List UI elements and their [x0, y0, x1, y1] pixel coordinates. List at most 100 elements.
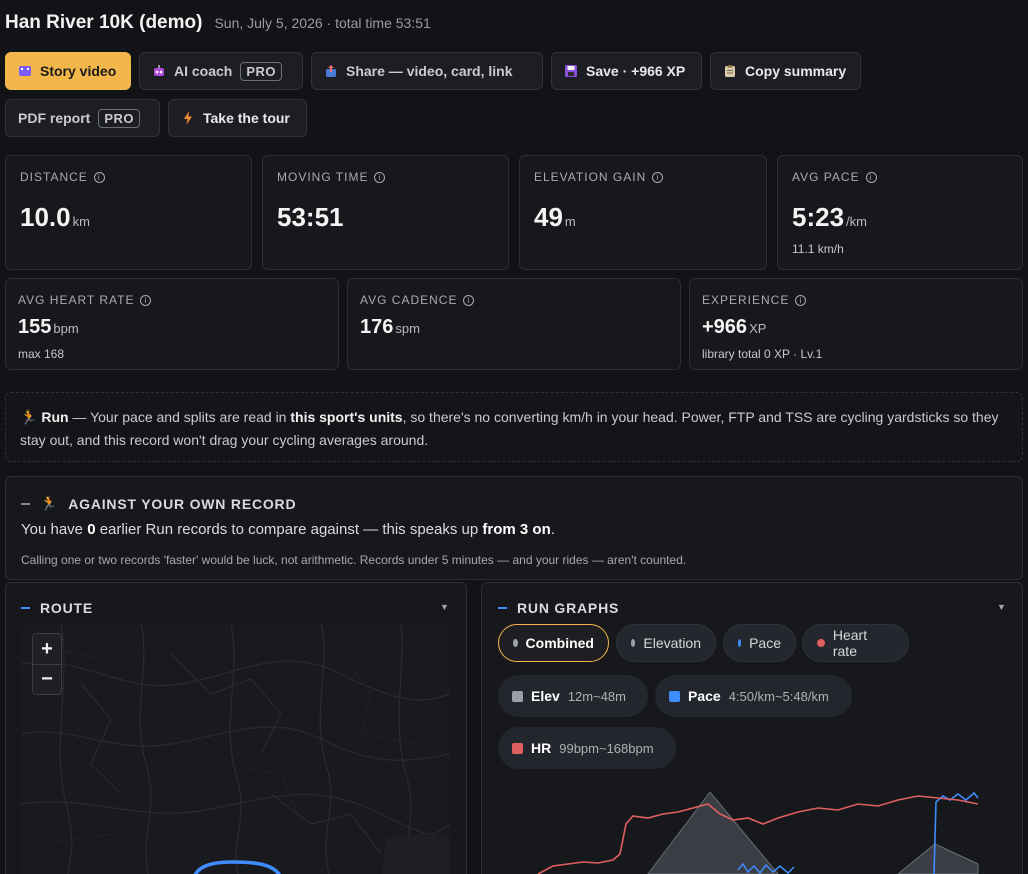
avg-heart-rate-card: AVG HEART RATE i 155 bpm max 168	[5, 278, 339, 370]
elevation-swatch-icon	[512, 690, 523, 702]
sport-units-note: 🏃 Run — Your pace and splits are read in…	[5, 392, 1023, 462]
route-header[interactable]: ROUTE	[21, 600, 93, 616]
record-line: You have 0 earlier Run records to compar…	[21, 521, 555, 538]
run-graphs-title: RUN GRAPHS	[517, 600, 620, 616]
record-count: 0	[87, 521, 96, 538]
page-subtitle: Sun, July 5, 2026 · total time 53:51	[214, 15, 431, 31]
elevation-dot-icon	[631, 639, 636, 647]
tab-pace[interactable]: Pace	[723, 624, 796, 662]
info-icon[interactable]: i	[140, 294, 152, 306]
pace-swatch-icon	[669, 690, 680, 702]
clipboard-icon	[723, 64, 737, 78]
elevation-gain-label: ELEVATION GAIN	[534, 170, 647, 184]
record-footnote: Calling one or two records 'faster' woul…	[21, 553, 687, 567]
copy-summary-label: Copy summary	[745, 63, 847, 79]
ai-coach-label: AI coach	[174, 63, 233, 79]
run-graphs-header[interactable]: RUN GRAPHS	[498, 600, 619, 616]
avg-pace-sub: 11.1 km/h	[792, 242, 844, 256]
zoom-out-button[interactable]: −	[33, 664, 61, 694]
share-icon	[324, 64, 338, 78]
heart-rate-dot-icon	[817, 639, 825, 647]
map-roads	[21, 624, 450, 874]
ai-coach-button[interactable]: AI coach PRO	[139, 52, 303, 90]
note-text-1: — Your pace and splits are read in	[68, 409, 291, 425]
moving-time-card: MOVING TIME i 53:51	[262, 155, 509, 270]
distance-card: DISTANCE i 10.0 km	[5, 155, 252, 270]
tab-elevation[interactable]: Elevation	[616, 624, 716, 662]
runner-icon: 🏃	[40, 495, 59, 511]
collapse-icon	[498, 607, 507, 609]
record-header[interactable]: 🏃 AGAINST YOUR OWN RECORD	[21, 495, 296, 512]
avg-cadence-value: 176 spm	[360, 316, 420, 338]
note-sport: Run	[41, 409, 69, 425]
avg-cadence-label: AVG CADENCE	[360, 293, 458, 307]
avg-pace-value: 5:23/km	[792, 202, 867, 232]
info-icon[interactable]: i	[865, 171, 877, 183]
floppy-disk-icon	[564, 64, 578, 78]
avg-cadence-card: AVG CADENCE i 176 spm	[347, 278, 681, 370]
legend-elevation: Elev 12m~48m	[498, 675, 648, 717]
avg-heart-rate-value: 155 bpm	[18, 316, 79, 338]
avg-heart-rate-label: AVG HEART RATE	[18, 293, 135, 307]
save-label: Save · +966 XP	[586, 63, 686, 79]
runner-icon: 🏃	[20, 409, 38, 425]
tab-heart-rate[interactable]: Heart rate	[802, 624, 909, 662]
moving-time-label: MOVING TIME	[277, 170, 369, 184]
max-heart-rate: max 168	[18, 347, 65, 361]
collapse-icon	[21, 502, 30, 505]
elevation-gain-card: ELEVATION GAIN i 49 m	[519, 155, 767, 270]
info-icon[interactable]: i	[463, 294, 475, 306]
note-bold: this sport's units	[290, 409, 403, 425]
info-icon[interactable]: i	[652, 171, 664, 183]
copy-summary-button[interactable]: Copy summary	[710, 52, 861, 90]
film-icon	[18, 64, 32, 78]
record-title: AGAINST YOUR OWN RECORD	[68, 495, 297, 512]
elevation-gain-value: 49 m	[534, 202, 576, 232]
route-title: ROUTE	[40, 600, 93, 616]
combined-dot-icon	[513, 639, 518, 647]
info-icon[interactable]: i	[93, 171, 105, 183]
avg-pace-card: AVG PACE i 5:23/km 11.1 km/h	[777, 155, 1023, 270]
share-button[interactable]: Share — video, card, link	[311, 52, 543, 90]
distance-value: 10.0 km	[20, 202, 90, 232]
distance-label: DISTANCE	[20, 170, 88, 184]
page-title: Han River 10K (demo)	[5, 12, 203, 33]
pro-badge: PRO	[98, 108, 141, 128]
tab-combined[interactable]: Combined	[498, 624, 609, 662]
zoom-in-button[interactable]: +	[33, 634, 61, 664]
save-button[interactable]: Save · +966 XP	[551, 52, 702, 90]
library-total: library total 0 XP · Lv.1	[702, 347, 823, 361]
elevation-area	[897, 843, 979, 874]
map-zoom-control: + −	[32, 633, 62, 695]
route-map[interactable]	[21, 624, 450, 874]
collapse-icon	[21, 607, 30, 609]
story-video-button[interactable]: Story video	[5, 52, 131, 90]
share-label: Share — video, card, link	[346, 63, 513, 79]
chevron-down-icon[interactable]: ▼	[440, 602, 449, 612]
info-icon[interactable]: i	[374, 171, 386, 183]
avg-pace-label: AVG PACE	[792, 170, 860, 184]
combined-graph[interactable]	[498, 780, 988, 874]
legend-heart-rate: HR 99bpm~168bpm	[498, 727, 676, 769]
pdf-report-label: PDF report	[18, 110, 91, 126]
hr-swatch-icon	[512, 742, 523, 754]
take-tour-button[interactable]: Take the tour	[168, 99, 307, 137]
legend-pace: Pace 4:50/km~5:48/km	[655, 675, 852, 717]
pace-dot-icon	[738, 639, 742, 647]
experience-value: +966 XP	[702, 316, 767, 338]
story-video-label: Story video	[40, 63, 117, 79]
moving-time-value: 53:51	[277, 202, 344, 232]
experience-label: EXPERIENCE	[702, 293, 790, 307]
experience-card: EXPERIENCE i +966 XP library total 0 XP · …	[689, 278, 1023, 370]
record-section: 🏃 AGAINST YOUR OWN RECORD You have 0 ear…	[5, 476, 1023, 580]
elevation-area	[647, 791, 779, 874]
chevron-down-icon[interactable]: ▼	[997, 602, 1006, 612]
robot-icon	[152, 64, 166, 78]
page-header: Han River 10K (demo) Sun, July 5, 2026 ·…	[5, 12, 431, 34]
record-threshold: from 3 on	[482, 521, 551, 538]
info-icon[interactable]: i	[795, 294, 807, 306]
take-tour-label: Take the tour	[203, 110, 290, 126]
pro-badge: PRO	[240, 61, 283, 81]
lightning-icon	[181, 111, 195, 125]
pdf-report-button[interactable]: PDF report PRO	[5, 99, 160, 137]
